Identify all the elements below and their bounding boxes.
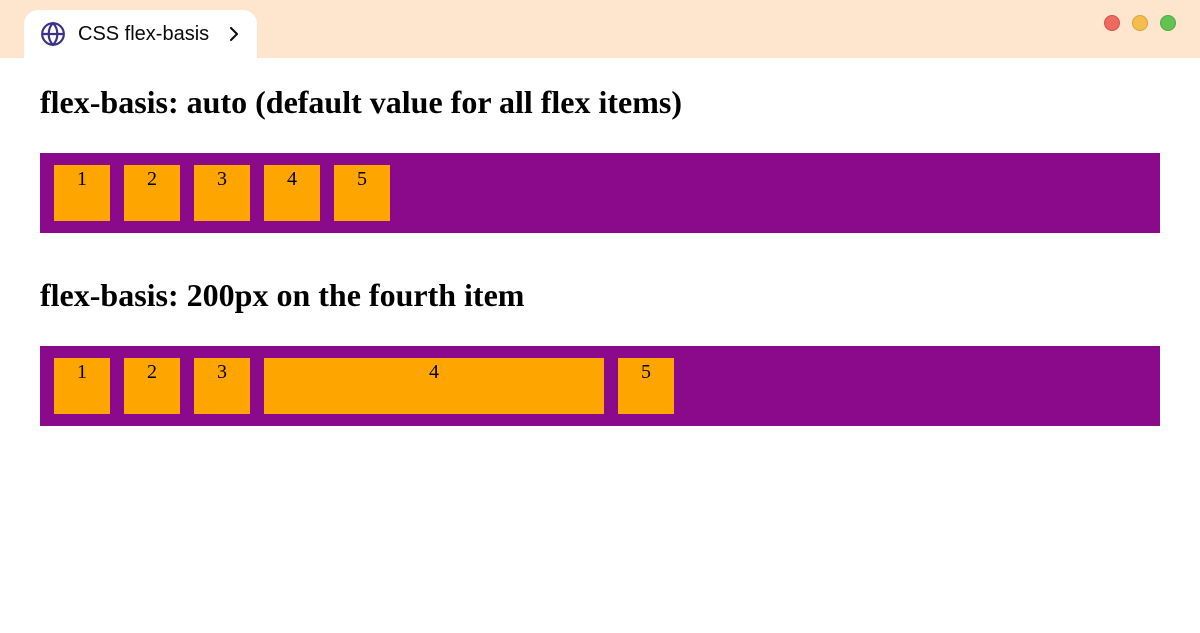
- flex-container: 1 2 3 4 5: [40, 346, 1160, 426]
- flex-item: 1: [54, 165, 110, 221]
- flex-item: 3: [194, 165, 250, 221]
- flex-item: 5: [334, 165, 390, 221]
- flex-item: 5: [618, 358, 674, 414]
- window-controls: [1104, 15, 1176, 31]
- demo-section-fixed: flex-basis: 200px on the fourth item 1 2…: [40, 277, 1160, 426]
- browser-tab-bar: CSS flex-basis: [0, 0, 1200, 58]
- flex-item-wide: 4: [264, 358, 604, 414]
- maximize-window-button[interactable]: [1160, 15, 1176, 31]
- close-window-button[interactable]: [1104, 15, 1120, 31]
- chevron-right-icon: [229, 26, 239, 42]
- page-content: flex-basis: auto (default value for all …: [0, 58, 1200, 452]
- flex-item: 4: [264, 165, 320, 221]
- section-heading: flex-basis: 200px on the fourth item: [40, 277, 1160, 314]
- browser-tab[interactable]: CSS flex-basis: [24, 10, 257, 58]
- section-heading: flex-basis: auto (default value for all …: [40, 84, 1160, 121]
- demo-section-auto: flex-basis: auto (default value for all …: [40, 84, 1160, 233]
- tab-title: CSS flex-basis: [78, 23, 209, 46]
- minimize-window-button[interactable]: [1132, 15, 1148, 31]
- flex-item: 1: [54, 358, 110, 414]
- flex-item: 2: [124, 358, 180, 414]
- flex-container: 1 2 3 4 5: [40, 153, 1160, 233]
- flex-item: 3: [194, 358, 250, 414]
- globe-icon: [40, 21, 66, 47]
- flex-item: 2: [124, 165, 180, 221]
